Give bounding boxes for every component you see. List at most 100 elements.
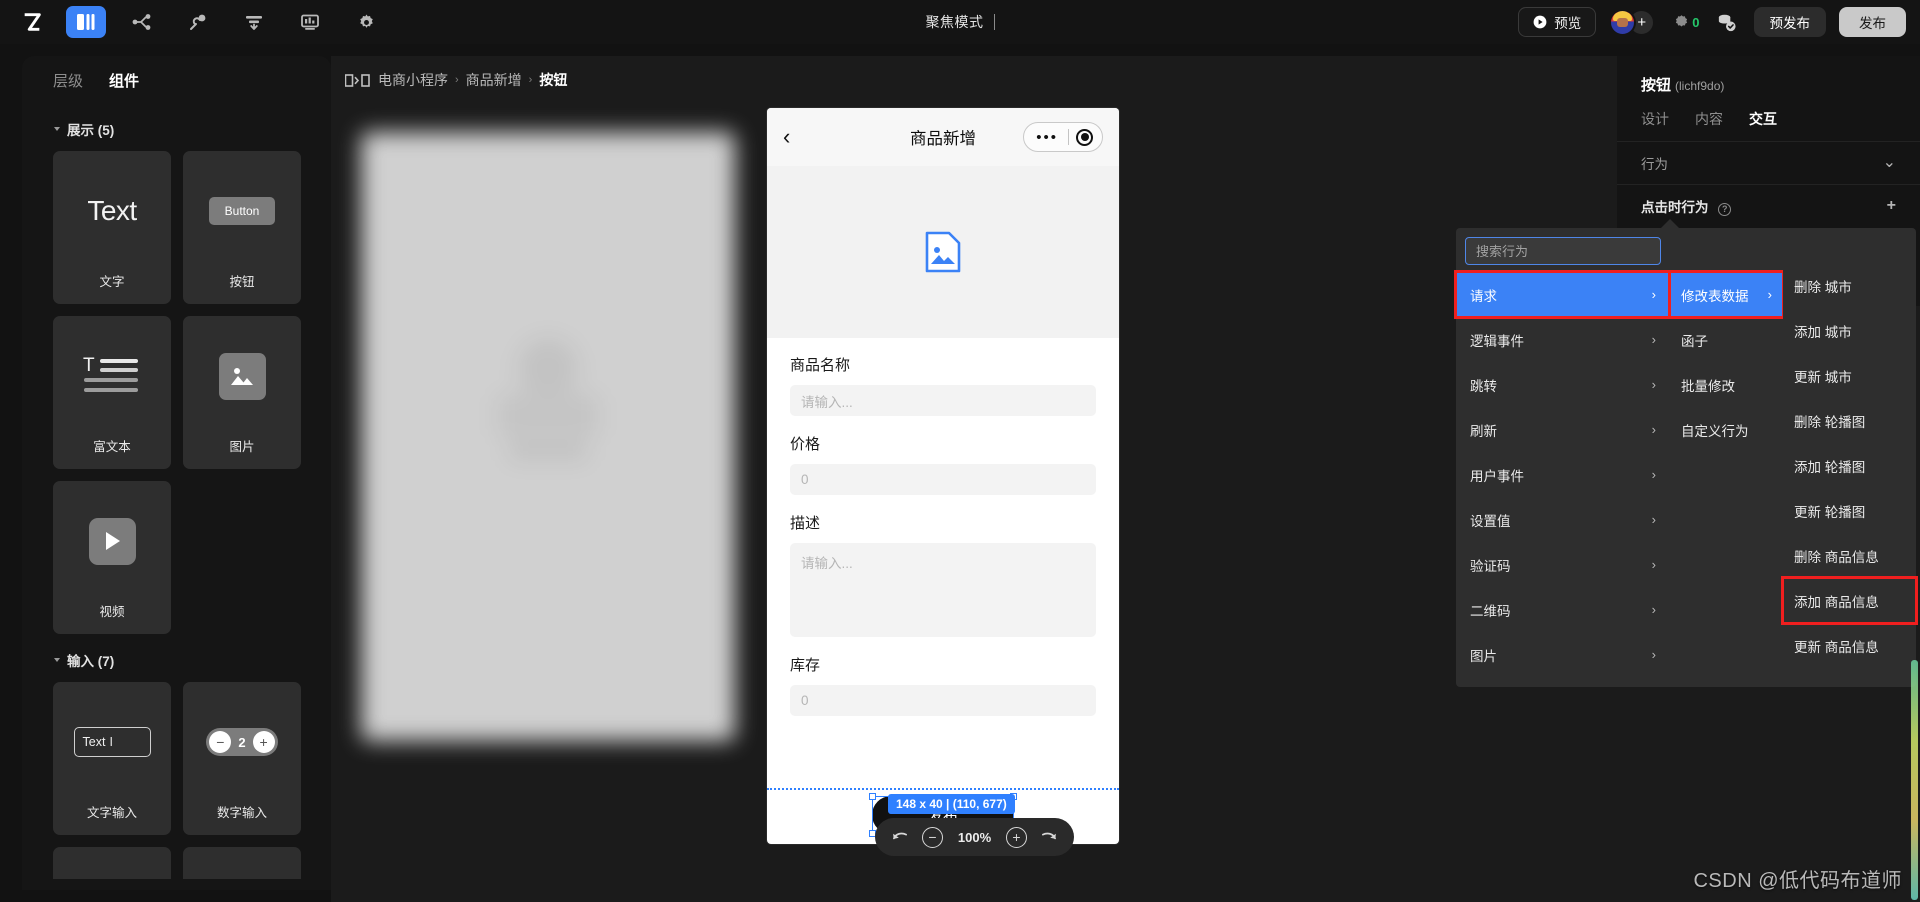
avatar[interactable] — [1609, 8, 1637, 36]
phone-form: 商品名称 请输入... 价格 0 描述 请输入... 库存 0 — [767, 338, 1119, 716]
field-input-name[interactable]: 请输入... — [790, 385, 1096, 416]
group-header-input[interactable]: 输入 (7) — [54, 650, 300, 670]
dropdown-item-qrcode[interactable]: 二维码 › — [1456, 587, 1670, 632]
dropdown-item-functor[interactable]: 函子 — [1670, 317, 1783, 362]
field-input-price[interactable]: 0 — [790, 464, 1096, 495]
zoom-in-button[interactable]: + — [1006, 826, 1027, 848]
tab-design[interactable]: 设计 — [1641, 109, 1669, 129]
dropdown-item-logic-event[interactable]: 逻辑事件 › — [1456, 317, 1670, 362]
column-spacer — [1670, 237, 1783, 272]
color-scrollbar-strip[interactable] — [1911, 660, 1918, 900]
dropdown-item-verify-code[interactable]: 验证码 › — [1456, 542, 1670, 587]
component-id: (lichf9do) — [1675, 79, 1725, 93]
component-card-richtext[interactable]: T 富文本 — [53, 316, 171, 469]
flow-icon[interactable] — [122, 6, 162, 38]
chevron-right-icon: › — [1651, 422, 1656, 437]
credits-indicator[interactable]: 0 — [1672, 13, 1700, 32]
breadcrumb-item-page[interactable]: 商品新增 — [466, 70, 522, 90]
zoom-toolbar: − 100% + — [875, 818, 1074, 856]
target-icon[interactable] — [1076, 128, 1093, 146]
more-icon[interactable]: ••• — [1026, 130, 1068, 145]
brand-logo-icon[interactable] — [14, 6, 50, 38]
dropdown-item-label: 用户事件 — [1470, 468, 1524, 484]
preview-button[interactable]: 预览 — [1518, 7, 1597, 37]
text-cursor-icon: I — [109, 735, 113, 749]
text-input-sample: Text I — [73, 727, 151, 757]
tab-interaction[interactable]: 交互 — [1749, 109, 1777, 129]
watermark: CSDN @低代码布道师 — [1693, 870, 1902, 892]
settings-icon[interactable] — [346, 6, 386, 38]
field-input-stock[interactable]: 0 — [790, 685, 1096, 716]
top-toolbar: 聚焦模式 预览 + 0 预发布 发布 — [0, 0, 1920, 44]
component-card-text[interactable]: Text 文字 — [53, 151, 171, 304]
zoom-out-button[interactable]: − — [922, 826, 943, 848]
dropdown-action-add-city[interactable]: 添加 城市 — [1783, 308, 1916, 353]
component-card-image[interactable]: 图片 — [183, 316, 301, 469]
component-card-button[interactable]: Button 按钮 — [183, 151, 301, 304]
dropdown-action-delete-product[interactable]: 删除 商品信息 — [1783, 533, 1916, 578]
redo-icon[interactable] — [1040, 830, 1057, 844]
behavior-section-header[interactable]: 行为 ⌄ — [1617, 142, 1920, 185]
phone-image-placeholder[interactable] — [767, 166, 1119, 338]
dropdown-action-delete-city[interactable]: 删除 城市 — [1783, 263, 1916, 308]
pages-icon[interactable] — [66, 6, 106, 38]
dropdown-item-set-value[interactable]: 设置值 › — [1456, 497, 1670, 542]
database-check-icon[interactable] — [1713, 8, 1741, 36]
component-card-video[interactable]: 视频 — [53, 481, 171, 634]
phone-preview[interactable]: ‹ 商品新增 ••• 商品名称 请输入... 价格 0 描述 请输入... 库存… — [767, 108, 1119, 844]
help-icon[interactable]: ? — [1718, 202, 1732, 216]
dropdown-item-label: 更新 商品信息 — [1794, 639, 1879, 655]
dropdown-action-update-carousel[interactable]: 更新 轮播图 — [1783, 488, 1916, 533]
dropdown-item-label: 添加 轮播图 — [1794, 459, 1866, 475]
toolbar-right: 预览 + 0 预发布 发布 — [1518, 0, 1906, 44]
dropdown-item-image[interactable]: 图片 › — [1456, 632, 1670, 677]
left-sidebar: 层级 组件 展示 (5) Text 文字 Button 按钮 T 富文本 图片 … — [22, 56, 331, 890]
dropdown-action-update-product[interactable]: 更新 商品信息 — [1783, 623, 1916, 668]
dropdown-item-custom-behavior[interactable]: 自定义行为 — [1670, 407, 1783, 452]
add-behavior-button[interactable]: + — [1887, 198, 1896, 214]
focus-mode-toggle[interactable]: 聚焦模式 — [926, 12, 995, 32]
resize-handle-tl[interactable] — [869, 793, 876, 800]
image-icon — [218, 352, 266, 400]
chevron-down-icon — [54, 127, 60, 131]
dropdown-item-request[interactable]: 请求 › — [1454, 270, 1672, 319]
breadcrumb-item-app[interactable]: 电商小程序 — [378, 70, 448, 90]
dropdown-item-navigate[interactable]: 跳转 › — [1456, 362, 1670, 407]
dashboard-icon[interactable] — [290, 6, 330, 38]
dropdown-item-label: 二维码 — [1470, 603, 1511, 619]
dropdown-item-user-event[interactable]: 用户事件 › — [1456, 452, 1670, 497]
tab-layers[interactable]: 层级 — [53, 70, 83, 91]
undo-icon[interactable] — [892, 830, 909, 844]
tab-components[interactable]: 组件 — [109, 70, 139, 91]
component-card-text-input[interactable]: Text I 文字输入 — [53, 682, 171, 835]
data-table-icon[interactable] — [234, 6, 274, 38]
dropdown-action-add-product[interactable]: 添加 商品信息 — [1781, 576, 1918, 625]
prepublish-button[interactable]: 预发布 — [1753, 7, 1826, 37]
group-header-display[interactable]: 展示 (5) — [54, 119, 300, 139]
capsule-divider — [1068, 129, 1069, 145]
component-label: 文字 — [99, 275, 125, 289]
component-card-partial[interactable] — [183, 847, 301, 879]
chevron-up-icon[interactable]: ⌄ — [1883, 155, 1896, 171]
number-stepper-sample: − 2 + — [206, 728, 278, 756]
plugin-icon[interactable] — [178, 6, 218, 38]
component-preview: T — [53, 316, 171, 436]
dropdown-action-add-carousel[interactable]: 添加 轮播图 — [1783, 443, 1916, 488]
breadcrumb: 电商小程序 › 商品新增 › 按钮 — [345, 70, 567, 90]
field-textarea-description[interactable]: 请输入... — [790, 543, 1096, 637]
component-card-partial[interactable] — [53, 847, 171, 879]
component-preview: Text I — [53, 682, 171, 802]
publish-button[interactable]: 发布 — [1839, 7, 1906, 37]
dropdown-item-label: 删除 轮播图 — [1794, 414, 1866, 430]
tab-content[interactable]: 内容 — [1695, 109, 1723, 129]
chevron-right-icon: › — [1651, 287, 1656, 302]
dropdown-item-refresh[interactable]: 刷新 › — [1456, 407, 1670, 452]
dropdown-action-delete-carousel[interactable]: 删除 轮播图 — [1783, 398, 1916, 443]
component-card-number-input[interactable]: − 2 + 数字输入 — [183, 682, 301, 835]
minus-icon: − — [209, 731, 232, 753]
dropdown-item-modify-table-data[interactable]: 修改表数据 › — [1668, 270, 1785, 319]
dropdown-action-update-city[interactable]: 更新 城市 — [1783, 353, 1916, 398]
search-input[interactable] — [1465, 237, 1661, 265]
breadcrumb-separator: › — [455, 74, 459, 86]
dropdown-item-batch-modify[interactable]: 批量修改 — [1670, 362, 1783, 407]
